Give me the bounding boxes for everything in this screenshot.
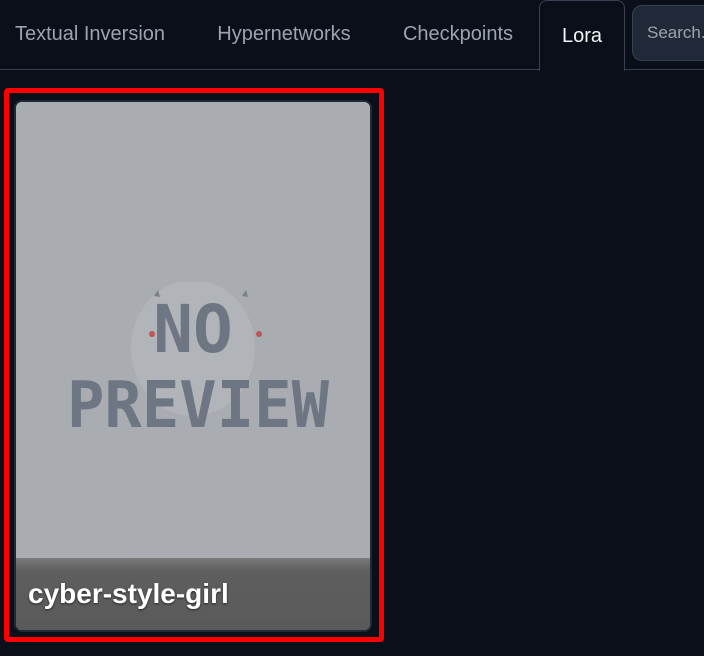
tab-checkpoints[interactable]: Checkpoints <box>384 0 532 69</box>
decor-dot-right-icon <box>256 331 262 337</box>
decor-mark-right-icon <box>242 290 248 297</box>
card-title: cyber-style-girl <box>28 578 229 609</box>
tab-hypernetworks[interactable]: Hypernetworks <box>198 0 370 69</box>
tab-lora[interactable]: Lora <box>539 0 625 71</box>
preview-text-preview: PREVIEW <box>67 369 329 442</box>
preview-text-no: NO <box>153 291 232 368</box>
no-preview-image: NO PREVIEW <box>67 282 329 442</box>
search-input[interactable] <box>632 5 704 61</box>
card-preview-image: NO PREVIEW <box>16 102 370 562</box>
lora-card[interactable]: NO PREVIEW cyber-style-girl <box>16 102 370 630</box>
extra-networks-panel: Textual Inversion Hypernetworks Checkpoi… <box>0 0 704 656</box>
tab-textual-inversion[interactable]: Textual Inversion <box>0 0 180 69</box>
decor-dot-left-icon <box>149 331 155 337</box>
tab-bar: Textual Inversion Hypernetworks Checkpoi… <box>0 0 704 71</box>
